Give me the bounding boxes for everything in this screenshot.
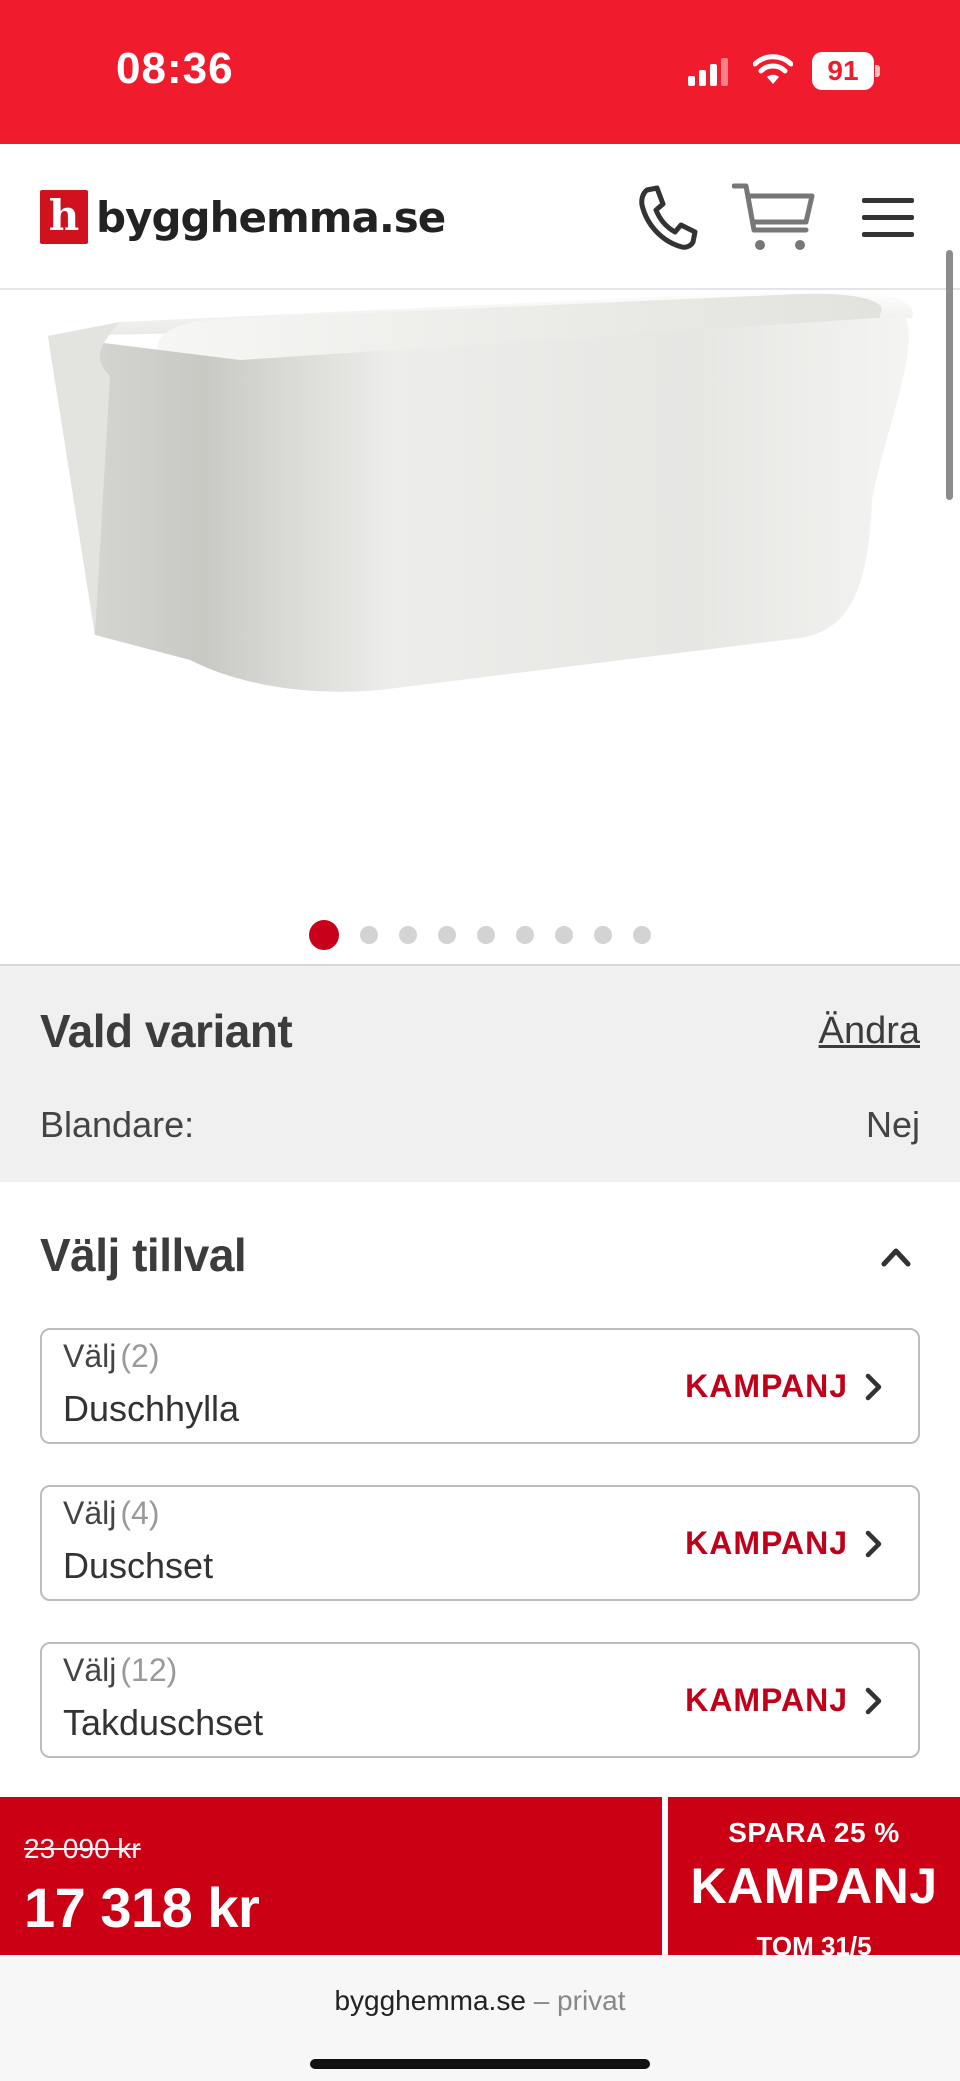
wifi-icon [753, 54, 793, 84]
option-count: (2) [120, 1338, 160, 1374]
gallery-dot[interactable] [477, 926, 495, 944]
gallery-dot-active[interactable] [309, 920, 339, 950]
battery-icon: 91 [812, 52, 880, 90]
option-ceiling-shower-set[interactable]: Välj (12) Takduschset KAMPANJ [40, 1642, 920, 1758]
campaign-badge: KAMPANJ [685, 1525, 848, 1561]
cart-icon[interactable] [732, 182, 816, 254]
option-choose-label: Välj (12) [63, 1652, 178, 1688]
site-logo[interactable]: h bygghemma.se [40, 188, 446, 246]
battery-level: 91 [812, 52, 874, 90]
promo-savings: SPARA 25 % [728, 1817, 900, 1848]
browser-separator: – [533, 1985, 550, 2016]
gallery-dot[interactable] [399, 926, 417, 944]
status-time: 08:36 [116, 44, 234, 93]
option-name: Duschhylla [63, 1388, 240, 1429]
browser-domain: bygghemma.se [334, 1985, 526, 2016]
original-price: 23 090 kr [24, 1833, 141, 1864]
gallery-dot[interactable] [594, 926, 612, 944]
gallery-dot[interactable] [516, 926, 534, 944]
gallery-dot[interactable] [438, 926, 456, 944]
campaign-badge: KAMPANJ [685, 1368, 848, 1404]
product-gallery[interactable] [0, 290, 960, 966]
option-choose-label: Välj (2) [63, 1338, 160, 1374]
status-bar: 08:36 91 [0, 0, 960, 144]
option-count: (4) [120, 1495, 160, 1531]
chevron-right-icon [865, 1373, 882, 1401]
logo-mark: h [40, 190, 88, 244]
chevron-up-icon[interactable] [878, 1238, 914, 1274]
selected-variant-panel: Vald variant Ändra Blandare: Nej [0, 964, 960, 1182]
product-image [48, 290, 914, 692]
promo-label: KAMPANJ [690, 1858, 938, 1914]
scroll-indicator[interactable] [946, 250, 953, 500]
options-title: Välj tillval [40, 1229, 247, 1281]
gallery-dot[interactable] [555, 926, 573, 944]
current-price: 17 318 kr [24, 1876, 260, 1939]
cellular-signal-icon [688, 58, 728, 86]
hamburger-menu-icon[interactable] [858, 182, 918, 254]
option-name: Takduschset [63, 1702, 264, 1743]
phone-icon[interactable] [633, 182, 699, 254]
option-name: Duschset [63, 1545, 214, 1586]
site-header: h bygghemma.se [0, 144, 960, 290]
chevron-right-icon [865, 1530, 882, 1558]
option-count: (12) [120, 1652, 178, 1688]
option-choose-label: Välj (4) [63, 1495, 160, 1531]
variant-attribute-label: Blandare: [40, 1104, 195, 1145]
home-indicator[interactable] [310, 2059, 650, 2069]
price-bar: 23 090 kr 17 318 kr SPARA 25 % KAMPANJ T… [0, 1797, 960, 1961]
chevron-right-icon [865, 1687, 882, 1715]
variant-attribute-value: Nej [865, 1104, 920, 1145]
option-shower-set[interactable]: Välj (4) Duschset KAMPANJ [40, 1485, 920, 1601]
browser-address-bar[interactable]: bygghemma.se – privat [0, 1955, 960, 2081]
variant-title: Vald variant [40, 1005, 293, 1057]
gallery-dot[interactable] [633, 926, 651, 944]
logo-text: bygghemma.se [96, 192, 446, 242]
campaign-badge: KAMPANJ [685, 1682, 848, 1718]
option-shower-shelf[interactable]: Välj (2) Duschhylla KAMPANJ [40, 1328, 920, 1444]
change-variant-link[interactable]: Ändra [819, 1010, 920, 1053]
gallery-pagination[interactable] [0, 920, 960, 950]
browser-mode: privat [557, 1985, 626, 2016]
gallery-dot[interactable] [360, 926, 378, 944]
browser-url[interactable]: bygghemma.se – privat [0, 1985, 960, 2017]
